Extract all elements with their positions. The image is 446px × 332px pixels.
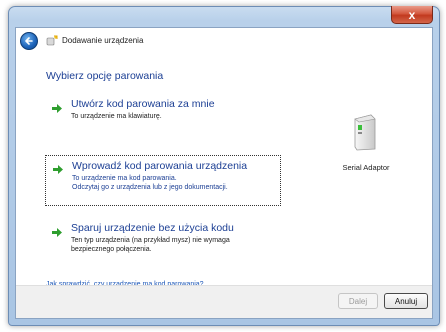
green-arrow-icon	[53, 165, 63, 174]
option-description-line: Odczytaj go z urządzenia lub z jego doku…	[72, 184, 228, 191]
option-enter-code[interactable]: Wprowadź kod parowania urządzenia To urz…	[45, 155, 281, 206]
option-description-line: bezpiecznego połączenia.	[71, 246, 152, 253]
window-title: Dodawanie urządzenia	[62, 36, 144, 45]
back-arrow-icon	[25, 37, 33, 45]
wizard-footer: Dalej Anuluj	[16, 285, 432, 318]
option-title: Utwórz kod parowania za mnie	[71, 98, 215, 110]
green-arrow-icon	[52, 228, 62, 237]
wizard-header: Dodawanie urządzenia	[16, 28, 432, 54]
option-title: Sparuj urządzenie bez użycia kodu	[71, 222, 234, 234]
next-button[interactable]: Dalej	[338, 293, 378, 309]
option-description: Ten typ urządzenia (na przykład mysz) ni…	[71, 236, 275, 254]
option-description-line: Ten typ urządzenia (na przykład mysz) ni…	[71, 237, 230, 244]
option-title: Wprowadź kod parowania urządzenia	[72, 160, 248, 172]
close-icon: x	[408, 7, 416, 22]
option-description-line: To urządzenie ma kod parowania.	[72, 175, 177, 182]
option-create-code[interactable]: Utwórz kod parowania za mnie To urządzen…	[45, 94, 281, 125]
wizard-window: x Dodawanie urządzenia Wybierz opcję par…	[8, 6, 440, 326]
option-description: To urządzenie ma kod parowania. Odczytaj…	[72, 174, 274, 192]
option-pair-without-code[interactable]: Sparuj urządzenie bez użycia kodu Ten ty…	[45, 218, 281, 258]
page-heading: Wybierz opcję parowania	[46, 70, 164, 82]
device-label: Serial Adaptor	[342, 163, 390, 172]
serial-adaptor-icon	[354, 114, 376, 151]
back-button[interactable]	[20, 32, 38, 50]
cancel-button[interactable]: Anuluj	[384, 293, 428, 309]
wizard-content: Dodawanie urządzenia Wybierz opcję parow…	[15, 27, 433, 319]
option-description: To urządzenie ma klawiaturę.	[71, 113, 162, 120]
bluetooth-device-icon	[46, 35, 58, 46]
green-arrow-icon	[52, 104, 62, 113]
close-button[interactable]: x	[391, 6, 433, 24]
